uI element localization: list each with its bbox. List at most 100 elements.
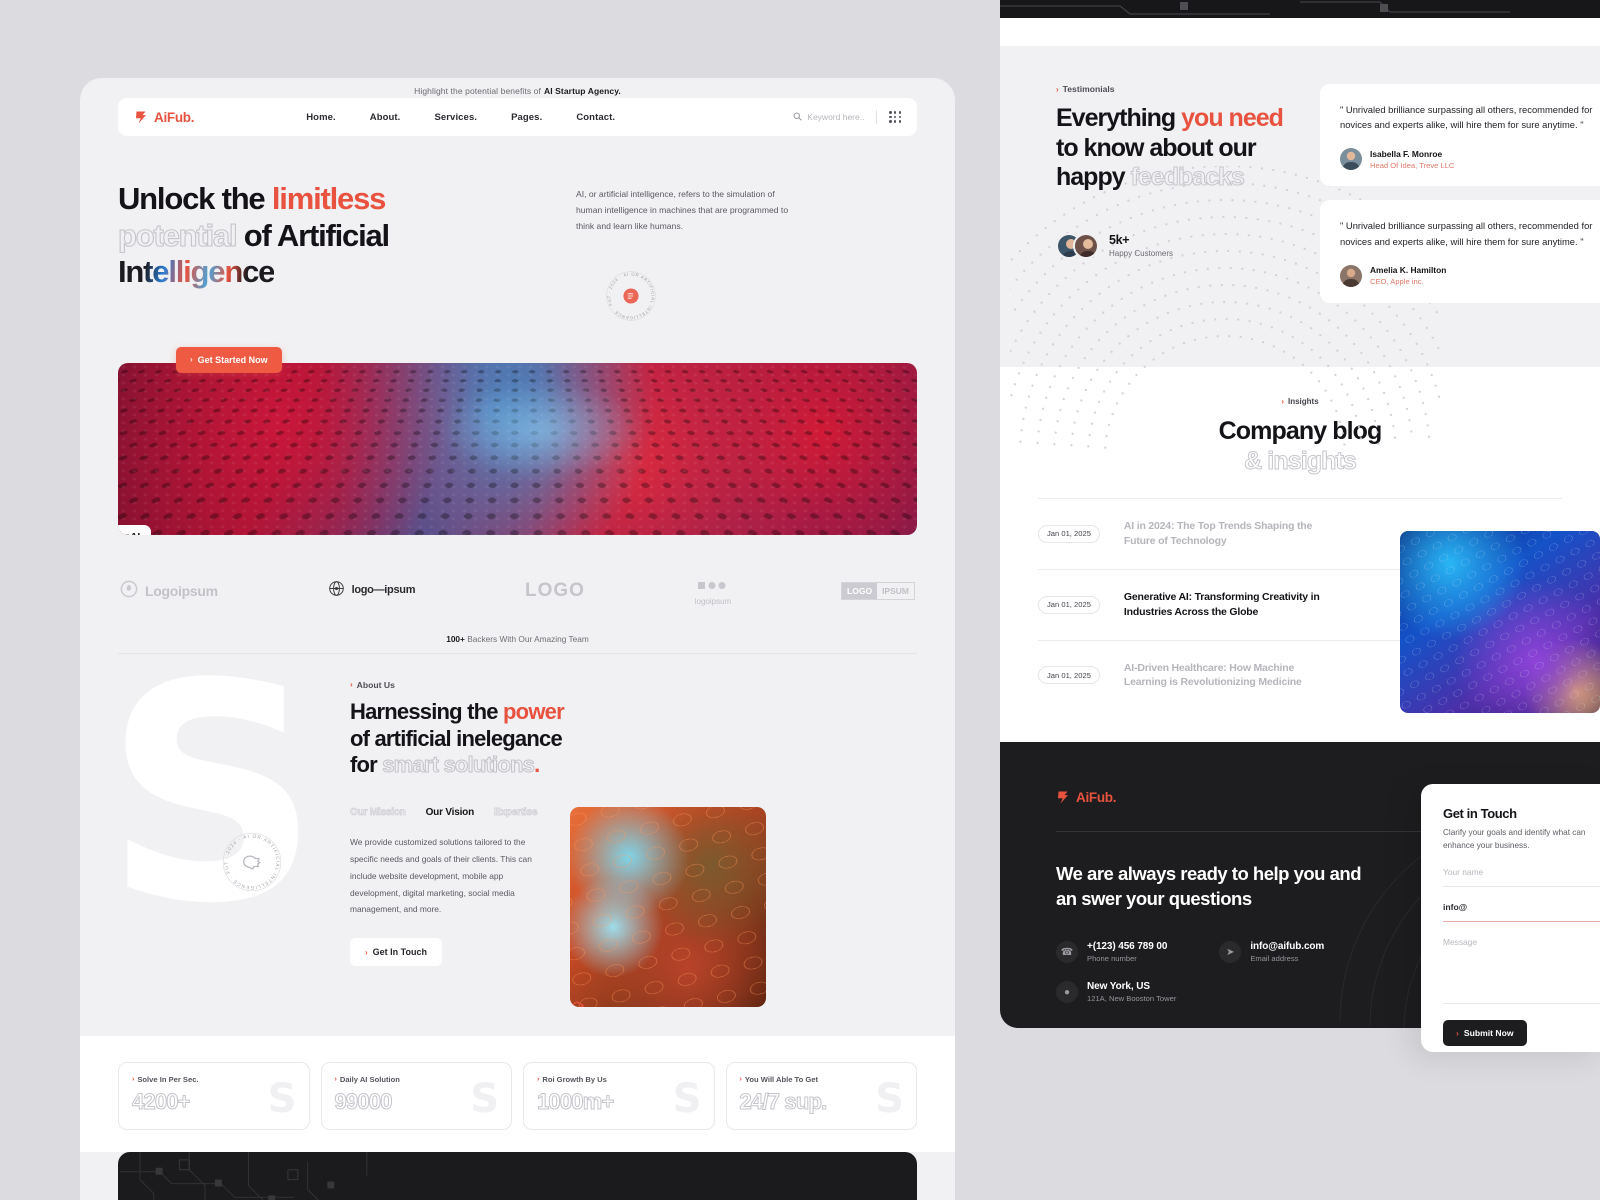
footer-heading: We are always ready to help you and an s… <box>1056 863 1362 909</box>
about-paragraph: We provide customized solutions tailored… <box>350 837 532 915</box>
hero-title-line1-highlight: limitless <box>271 181 386 216</box>
logo-item: LOGO IPSUM <box>841 582 915 601</box>
testimonial-card: " Unrivaled brilliance surpassing all ot… <box>1320 200 1600 303</box>
about-title-l3b: smart solutions <box>382 752 536 778</box>
contact-email[interactable]: ➤ info@aifub.com Email address <box>1219 941 1325 964</box>
hero-image: OpenAI <box>118 362 917 535</box>
grid-menu-icon[interactable] <box>889 111 901 123</box>
testimonials-eyebrow-label: Testimonials <box>1062 84 1115 94</box>
svg-text:· 2024 · AI OR ARTIFICIAL INT: · 2024 · AI OR ARTIFICIAL INTELLIGENCE ·… <box>220 830 280 890</box>
testi-title-l3b: feedbacks <box>1130 163 1245 192</box>
contact-value: info@aifub.com <box>1250 941 1325 953</box>
field-underline <box>1443 1003 1600 1005</box>
nav-item-about[interactable]: About. <box>370 112 401 123</box>
blog-featured-image <box>1400 530 1600 713</box>
submit-now-label: Submit Now <box>1463 1028 1514 1039</box>
announcement-strong: AI Startup Agency. <box>543 86 621 96</box>
search-input[interactable]: Keyword here.. <box>793 108 864 126</box>
nav-item-home[interactable]: Home. <box>306 112 336 123</box>
contact-phone[interactable]: ☎ +(123) 456 789 00 Phone number <box>1056 941 1167 964</box>
contact-location[interactable]: ● New York, US 121A, New Booston Tower <box>1056 981 1176 1004</box>
logo-item: logoipsum <box>695 577 731 606</box>
tab-expertise[interactable]: Expertise <box>494 807 538 819</box>
email-value: info@ <box>1443 902 1468 913</box>
testi-title-l1b: you need <box>1181 104 1284 132</box>
testimonials-eyebrow: › Testimonials <box>1056 84 1320 94</box>
footer-brand-name: AiFub. <box>1076 790 1117 806</box>
chevron-right-icon: › <box>190 355 193 365</box>
stats-band: S › Solve In Per Sec. 4200+ S › Daily AI S… <box>80 1035 955 1152</box>
about-title-l3a: for <box>350 752 383 778</box>
message-field[interactable]: Message <box>1443 937 1600 1005</box>
hero-seal-badge: · 2024 · AI OR ARTIFICIAL INTELLIGENCE ·… <box>602 265 658 323</box>
about-title-dot: . <box>534 752 540 778</box>
chevron-right-icon: › <box>334 1075 337 1083</box>
nav-item-services[interactable]: Services. <box>434 112 477 123</box>
testimonial-name: Isabella F. Monroe <box>1370 148 1443 159</box>
blog-post-title[interactable]: AI-Driven Healthcare: How Machine Learni… <box>1124 661 1334 691</box>
hero-section: Unlock the limitless potential of Artifi… <box>80 136 955 323</box>
about-title: Harnessing the power of artificial inele… <box>350 699 917 779</box>
about-title-l1b: power <box>503 698 565 724</box>
phone-icon: ☎ <box>1056 941 1078 964</box>
get-in-touch-button[interactable]: › Get In Touch <box>350 938 443 967</box>
chevron-right-icon: › <box>537 1075 540 1083</box>
customers-count: 5k+ <box>1109 233 1130 247</box>
testimonial-quote: " Unrivaled brilliance surpassing all ot… <box>1340 220 1593 247</box>
testimonial-name: Amelia K. Hamilton <box>1370 265 1447 276</box>
blog-post-title[interactable]: Generative AI: Transforming Creativity i… <box>1124 590 1334 620</box>
right-top-dark-strip <box>1000 0 1600 18</box>
about-seal-badge: · 2024 · AI OR ARTIFICIAL INTELLIGENCE ·… <box>218 826 284 894</box>
stat-ghost-mark: S <box>470 1075 499 1122</box>
backers-count: 100+ <box>446 633 465 644</box>
circuit-pattern <box>120 1151 368 1200</box>
blog-post-title[interactable]: AI in 2024: The Top Trends Shaping the F… <box>1124 519 1334 549</box>
get-started-button[interactable]: › Get Started Now <box>176 346 282 373</box>
blog-image-mesh <box>1400 530 1600 713</box>
case-study-banner: › Case Study Transformative projects pow… <box>118 1151 917 1200</box>
hero-title-line2-rest: of Artificial <box>236 217 390 253</box>
testimonial-role: CEO, Apple inc. <box>1370 277 1424 287</box>
customers-label: Happy Customers <box>1109 249 1174 258</box>
brand-logo[interactable]: AiFub. <box>134 110 195 125</box>
get-started-label: Get Started Now <box>197 354 268 365</box>
announcement-text: Highlight the potential benefits of <box>414 86 541 96</box>
email-field[interactable]: info@ <box>1443 902 1600 923</box>
stat-ghost-mark: S <box>672 1075 702 1122</box>
logo-label: logo—ipsum <box>351 584 416 597</box>
tab-our-vision[interactable]: Our Vision <box>426 807 475 818</box>
nav-item-pages[interactable]: Pages. <box>511 112 542 123</box>
hero-title-line1-part1: Unlock the <box>118 181 272 216</box>
testimonial-quote: " Unrivaled brilliance surpassing all ot… <box>1340 104 1593 131</box>
circuit-pattern-strip <box>1000 1 1510 15</box>
squares-icon <box>697 577 728 595</box>
about-tabs: Our Mission Our Vision Expertise <box>350 807 550 819</box>
chevron-right-icon: › <box>365 947 368 957</box>
logo-label: Logoipsum <box>145 583 218 600</box>
chevron-right-icon: › <box>1456 1028 1459 1039</box>
hero-title: Unlock the limitless potential of Artifi… <box>117 181 518 291</box>
stat-label: You Will Able To Get <box>744 1074 819 1084</box>
stat-label: Solve In Per Sec. <box>137 1074 199 1084</box>
search-placeholder: Keyword here.. <box>807 112 865 122</box>
nav-menu: Home. About. Services. Pages. Contact. <box>306 112 615 123</box>
submit-now-button[interactable]: › Submit Now <box>1443 1020 1527 1047</box>
contact-label: Email address <box>1250 954 1299 964</box>
nav-item-contact[interactable]: Contact. <box>576 112 615 123</box>
customer-avatars <box>1056 232 1099 259</box>
happy-customers-block: 5k+ Happy Customers <box>1056 232 1320 259</box>
name-field[interactable]: Your name <box>1443 867 1600 888</box>
stat-ghost-mark: S <box>875 1075 904 1122</box>
logo-item: logo—ipsum <box>328 580 416 602</box>
stat-card: S › Roi Growth By Us 1000m+ <box>523 1061 715 1130</box>
about-eyebrow-label: About Us <box>356 679 395 690</box>
field-underline <box>1443 921 1600 923</box>
nav-divider <box>876 110 878 124</box>
testimonials-section: › Testimonials Everything you need to kn… <box>1000 46 1600 449</box>
openai-floating-icon <box>570 999 588 1008</box>
stat-label: Daily AI Solution <box>339 1074 400 1084</box>
get-in-touch-title: Get in Touch <box>1443 806 1517 821</box>
tab-our-mission[interactable]: Our Mission <box>350 807 406 819</box>
chevron-right-icon: › <box>350 680 353 690</box>
contact-label: Phone number <box>1087 954 1137 964</box>
